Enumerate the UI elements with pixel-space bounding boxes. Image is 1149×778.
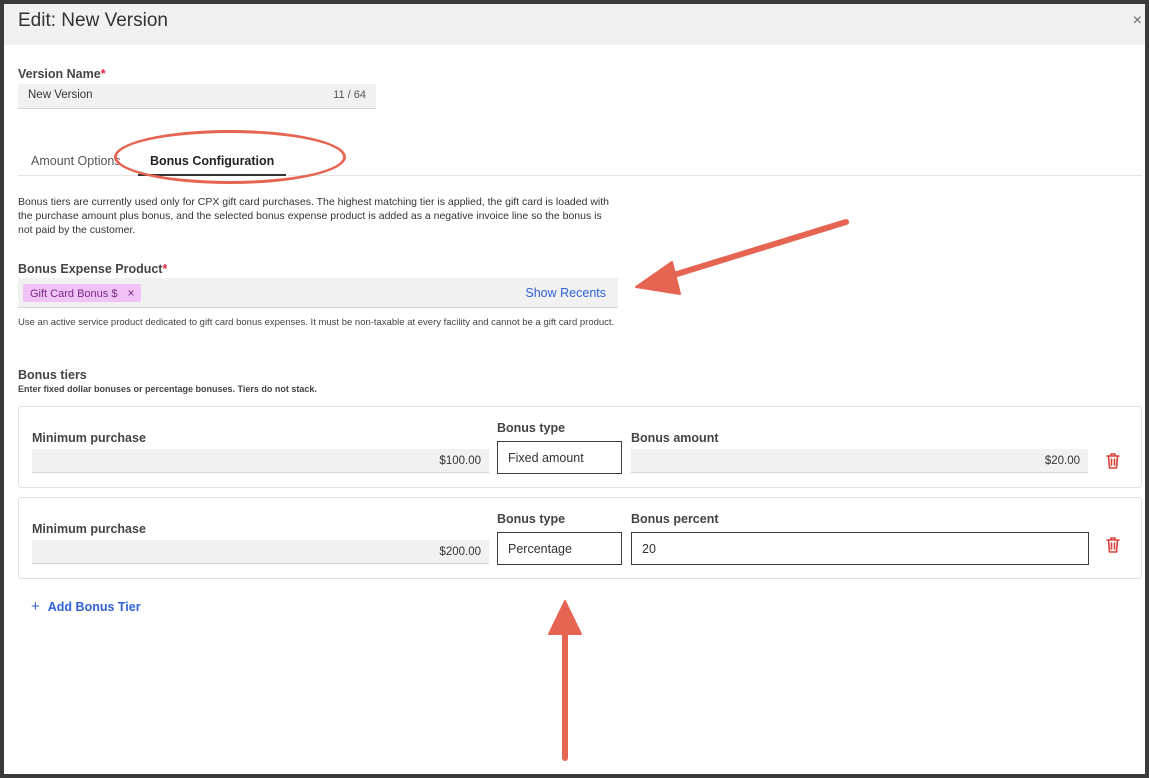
bonus-amount-input[interactable]: $20.00 [631,449,1088,473]
add-bonus-tier-button[interactable]: + Add Bonus Tier [31,598,141,615]
bonus-type-select[interactable]: Fixed amount [497,441,622,474]
bonus-tiers-title: Bonus tiers [18,368,87,382]
bonus-type-label: Bonus type [497,421,566,435]
bonus-amount-value: $20.00 [1044,455,1080,467]
modal-header: Edit: New Version × [4,4,1145,45]
bonus-expense-product-label: Bonus Expense Product* [18,262,167,276]
tab-amount-options[interactable]: Amount Options [31,154,121,168]
bonus-type-value: Percentage [508,542,572,556]
add-bonus-tier-label: Add Bonus Tier [47,600,141,614]
bonus-tiers-subtitle: Enter fixed dollar bonuses or percentage… [18,384,317,394]
product-chip: Gift Card Bonus $ × [23,284,142,302]
minimum-purchase-value: $100.00 [439,455,481,467]
bonus-type-select[interactable]: Percentage [497,532,622,565]
minimum-purchase-input[interactable]: $100.00 [32,449,489,473]
minimum-purchase-label: Minimum purchase [32,431,146,445]
bonus-percent-value: 20 [642,542,656,556]
bonus-type-label: Bonus type [497,512,566,526]
trash-icon[interactable] [1102,450,1124,472]
bonus-expense-product-help: Use an active service product dedicated … [18,317,615,328]
annotation-arrow-up [548,600,582,761]
modal-title: Edit: New Version [18,10,168,31]
version-name-value: New Version [28,89,93,101]
bonus-expense-product-field[interactable]: Gift Card Bonus $ × Show Recents [18,278,618,308]
bonus-percent-label: Bonus percent [631,512,719,526]
bonus-amount-label: Bonus amount [631,431,719,445]
bonus-type-value: Fixed amount [508,451,584,465]
trash-icon[interactable] [1102,534,1124,556]
annotation-arrow-right [635,219,849,295]
required-mark: * [100,67,106,81]
required-mark: * [162,262,168,276]
bonus-description: Bonus tiers are currently used only for … [18,196,610,236]
minimum-purchase-label: Minimum purchase [32,522,146,536]
close-icon[interactable]: × [127,286,134,300]
close-icon[interactable]: × [1133,13,1142,29]
show-recents-link[interactable]: Show Recents [525,286,606,300]
minimum-purchase-value: $200.00 [439,546,481,558]
bonus-tier-card: Minimum purchase $200.00 Bonus type Perc… [18,497,1142,579]
minimum-purchase-input[interactable]: $200.00 [32,540,489,564]
version-name-label-text: Version Name [18,67,101,81]
version-name-label: Version Name* [18,67,106,81]
bonus-expense-product-label-text: Bonus Expense Product [18,262,163,276]
version-name-input[interactable]: New Version 11 / 64 [18,84,376,109]
annotation-ellipse [114,130,346,184]
bonus-tier-card: Minimum purchase $100.00 Bonus type Fixe… [18,406,1142,488]
version-name-counter: 11 / 64 [333,89,366,101]
bonus-percent-input[interactable]: 20 [631,532,1089,565]
product-chip-label: Gift Card Bonus $ [30,288,118,300]
plus-icon: + [31,598,40,615]
modal-frame: Edit: New Version × Version Name* New Ve… [4,4,1145,774]
